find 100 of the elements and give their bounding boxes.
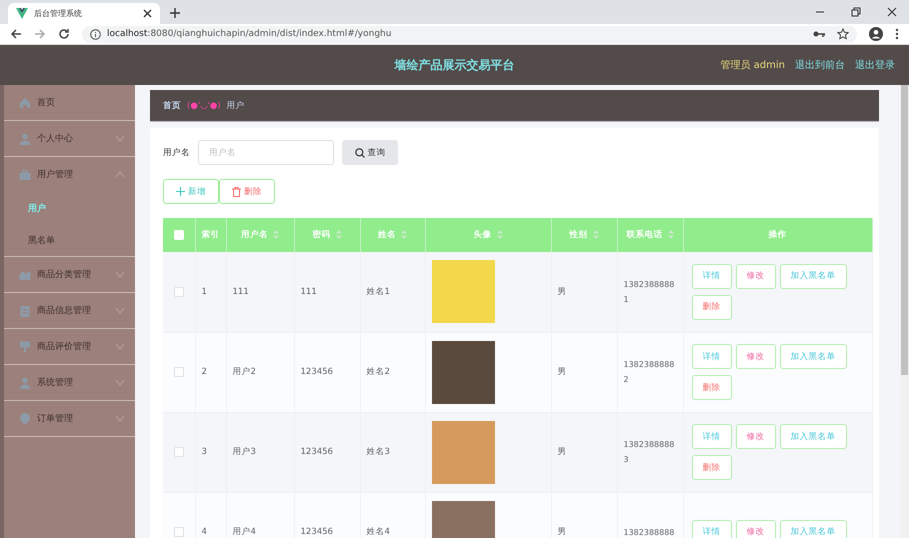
vue-logo-icon [16, 8, 28, 19]
table-cell: 姓名2 [360, 332, 425, 412]
submenu-item[interactable]: 用户 [4, 192, 135, 224]
table-cell: 123456 [294, 332, 360, 412]
blacklist-button[interactable]: 加入黑名单 [780, 344, 846, 369]
table-cell: 2 [195, 332, 226, 412]
table-cell: 4 [195, 492, 226, 538]
url-text: localhost:8080/qianghuichapin/admin/dist/index.html#/yonghu [107, 29, 392, 39]
table-cell: 用户4 [226, 492, 294, 538]
submenu-item[interactable]: 黑名单 [4, 224, 135, 256]
table-cell: 111 [294, 252, 360, 332]
sidebar-item[interactable]: 商品信息管理 [4, 293, 135, 328]
close-icon[interactable] [143, 9, 152, 18]
info-icon [90, 28, 101, 40]
column-header: 操作 [683, 218, 872, 252]
blacklist-button[interactable]: 加入黑名单 [780, 424, 846, 449]
table-cell: 3 [195, 412, 226, 492]
delete-button[interactable]: 删除 [692, 375, 732, 400]
search-field[interactable]: 用户名 [198, 140, 334, 165]
building-icon [19, 268, 31, 280]
site-title: 墙绘产品展示交易平台 [394, 56, 514, 74]
blacklist-button[interactable]: 加入黑名单 [780, 520, 846, 538]
table-cell: 男 [551, 332, 617, 412]
more-icon[interactable] [895, 28, 899, 40]
location-icon [19, 412, 31, 424]
table-cell: 111 [226, 252, 294, 332]
blacklist-button[interactable]: 加入黑名单 [780, 264, 846, 289]
scrollbar[interactable] [900, 85, 909, 538]
table-cell: 13823888883 [617, 412, 683, 492]
sidebar-item[interactable]: 个人中心 [4, 121, 135, 156]
row-checkbox[interactable] [174, 446, 184, 457]
sidebar-item[interactable]: 首页 [4, 85, 135, 120]
sign-icon [19, 340, 31, 352]
breadcrumb-separator: (●'◡'●) [187, 100, 221, 110]
reload-icon[interactable] [58, 28, 70, 40]
select-all-checkbox[interactable] [174, 230, 184, 240]
trash-icon [232, 186, 241, 196]
star-icon[interactable] [837, 28, 849, 40]
browser-tab[interactable]: 后台管理系统 [8, 3, 160, 24]
table-cell: 男 [551, 412, 617, 492]
table-cell: 13823888882 [617, 332, 683, 412]
table-cell: 姓名4 [360, 492, 425, 538]
sidebar-item[interactable]: 用户管理 [4, 157, 135, 192]
close-icon[interactable] [887, 7, 897, 17]
key-icon[interactable] [813, 30, 825, 38]
table-cell: 姓名3 [360, 412, 425, 492]
search-button[interactable]: 查询 [342, 140, 398, 165]
document-icon [19, 304, 31, 316]
plus-icon [176, 187, 185, 196]
table-cell: 1 [195, 252, 226, 332]
header-link[interactable]: 退出登录 [855, 58, 895, 72]
delete-button[interactable]: 删除 [692, 455, 732, 480]
details-button[interactable]: 详情 [692, 344, 732, 369]
table-cell: 13823888881 [617, 252, 683, 332]
account-icon[interactable] [869, 27, 883, 41]
search-label: 用户名 [163, 146, 190, 158]
sidebar-item[interactable]: 系统管理 [4, 365, 135, 400]
table-cell: 123456 [294, 412, 360, 492]
breadcrumb-link[interactable]: 首页 [163, 100, 181, 112]
edit-button[interactable]: 修改 [736, 264, 776, 289]
address-field[interactable]: localhost:8080/qianghuichapin/admin/dist/index.html#/yonghu [82, 26, 857, 42]
details-button[interactable]: 详情 [692, 264, 732, 289]
avatar-photo [432, 260, 494, 324]
admin-label: 管理员 admin [720, 59, 785, 72]
table-cell: 男 [551, 252, 617, 332]
row-checkbox[interactable] [174, 366, 184, 377]
add-button[interactable]: 新增 [163, 179, 219, 204]
column-header: 索引 [195, 218, 226, 252]
row-checkbox[interactable] [174, 526, 184, 537]
delete-button[interactable]: 删除 [219, 179, 275, 204]
table-cell: 1382388888 [617, 492, 683, 538]
details-button[interactable]: 详情 [692, 424, 732, 449]
header-link[interactable]: 退出到前台 [795, 58, 845, 72]
sidebar-item[interactable]: 订单管理 [4, 401, 135, 436]
sidebar-item[interactable]: 商品分类管理 [4, 257, 135, 292]
edit-button[interactable]: 修改 [736, 424, 776, 449]
table-cell: 用户3 [226, 412, 294, 492]
person-icon [19, 132, 31, 144]
home-icon [19, 96, 31, 108]
avatar-photo [432, 420, 494, 484]
details-button[interactable]: 详情 [692, 520, 732, 538]
edit-button[interactable]: 修改 [736, 344, 776, 369]
table-cell: 用户2 [226, 332, 294, 412]
delete-button[interactable]: 删除 [692, 294, 732, 320]
table-cell: 姓名1 [360, 252, 425, 332]
breadcrumb-current: 用户 [226, 100, 245, 112]
tab-title: 后台管理系统 [34, 8, 83, 19]
table-cell: 123456 [294, 492, 360, 538]
briefcase-icon [19, 168, 31, 180]
table-cell: 男 [551, 492, 617, 538]
search-icon [354, 148, 364, 158]
person-icon [19, 376, 31, 388]
restore-icon[interactable] [851, 7, 861, 17]
back-arrow-icon[interactable] [10, 28, 22, 40]
sidebar-item[interactable]: 商品评价管理 [4, 329, 135, 364]
row-checkbox[interactable] [174, 286, 184, 297]
scrollbar-thumb[interactable] [901, 85, 908, 375]
edit-button[interactable]: 修改 [736, 520, 776, 538]
avatar-photo [432, 340, 494, 404]
new-tab-icon[interactable] [170, 8, 180, 18]
